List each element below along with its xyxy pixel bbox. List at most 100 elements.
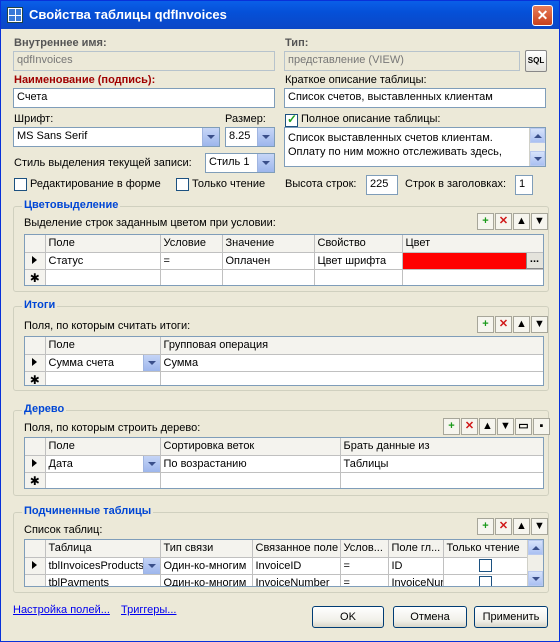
highlight-style-combo[interactable]: Стиль 1 [205, 153, 275, 173]
cell-field-combo[interactable]: Дата [45, 455, 161, 473]
short-desc-input[interactable]: Список счетов, выставленных клиентам [284, 88, 546, 108]
apply-button[interactable]: Применить [474, 606, 548, 628]
header-rows-input[interactable]: 1 [515, 175, 533, 195]
col-field[interactable]: Поле [45, 235, 161, 253]
move-up-icon[interactable]: ▲ [513, 213, 530, 230]
add-icon[interactable]: + [443, 418, 460, 435]
cell-linked-field[interactable]: InvoiceID [252, 557, 341, 575]
col-field[interactable]: Поле [45, 438, 161, 456]
col-sort[interactable]: Сортировка веток [160, 438, 341, 456]
ok-button[interactable]: OK [312, 606, 384, 628]
delete-icon[interactable]: ✕ [461, 418, 478, 435]
move-up-icon[interactable]: ▲ [479, 418, 496, 435]
add-icon[interactable]: + [477, 316, 494, 333]
sql-button[interactable]: SQL [525, 50, 547, 72]
read-only-checkbox[interactable] [479, 576, 492, 586]
col-read-only[interactable]: Только чтение [443, 540, 529, 558]
col-condition[interactable]: Условие [160, 235, 223, 253]
table-row[interactable]: tblPayments Один-ко-многим InvoiceNumber… [25, 574, 529, 586]
col-field[interactable]: Поле [45, 337, 161, 355]
col-link-type[interactable]: Тип связи [160, 540, 253, 558]
scroll-down-icon[interactable] [530, 151, 545, 166]
full-desc-checkbox[interactable] [285, 112, 298, 127]
cell-condition[interactable]: = [160, 252, 223, 270]
cell-condition[interactable]: = [340, 557, 389, 575]
cell-sort[interactable]: По возрастанию [160, 455, 341, 473]
move-up-icon[interactable]: ▲ [513, 518, 530, 535]
move-up-icon[interactable]: ▲ [513, 316, 530, 333]
open-folder-icon[interactable]: ▭ [515, 418, 532, 435]
full-desc-memo[interactable]: Список выставленных счетов клиентам. Опл… [284, 127, 546, 167]
fields-settings-link[interactable]: Настройка полей... [13, 604, 110, 616]
triggers-link[interactable]: Триггеры... [121, 604, 176, 616]
cell-table[interactable]: tblPayments [45, 574, 161, 586]
col-condition[interactable]: Услов... [340, 540, 389, 558]
cell-source[interactable]: Таблицы [340, 455, 543, 473]
chevron-down-icon[interactable] [257, 128, 274, 146]
chevron-down-icon[interactable] [142, 557, 159, 573]
cell-property[interactable]: Цвет шрифта [314, 252, 403, 270]
col-table[interactable]: Таблица [45, 540, 161, 558]
scroll-down-icon[interactable] [528, 571, 543, 586]
chevron-down-icon[interactable] [257, 154, 274, 172]
table-row[interactable]: tblInvoicesProducts Один-ко-многим Invoi… [25, 557, 529, 575]
sub-grid[interactable]: Таблица Тип связи Связанное поле Услов..… [24, 539, 544, 587]
cell-linked-field[interactable]: InvoiceNumber [252, 574, 341, 586]
cancel-button[interactable]: Отмена [393, 606, 467, 628]
col-source[interactable]: Брать данные из [340, 438, 543, 456]
cell-field[interactable]: Статус [45, 252, 161, 270]
chevron-down-icon[interactable] [202, 128, 219, 146]
scroll-up-icon[interactable] [530, 128, 545, 143]
new-row[interactable]: ✱ [25, 269, 543, 285]
delete-icon[interactable]: ✕ [495, 316, 512, 333]
delete-icon[interactable]: ✕ [495, 518, 512, 535]
caption-input[interactable]: Счета [13, 88, 275, 108]
table-row[interactable]: Дата По возрастанию Таблицы [25, 455, 543, 473]
chevron-down-icon[interactable] [142, 455, 159, 471]
font-combo[interactable]: MS Sans Serif [13, 127, 220, 147]
col-property[interactable]: Свойство [314, 235, 403, 253]
save-icon[interactable]: ▪ [533, 418, 550, 435]
delete-icon[interactable]: ✕ [495, 213, 512, 230]
new-row[interactable]: ✱ [25, 371, 543, 385]
title-bar[interactable]: Свойства таблицы qdfInvoices ✕ [1, 1, 559, 29]
move-down-icon[interactable]: ▼ [531, 316, 548, 333]
chevron-down-icon[interactable] [142, 354, 159, 370]
col-value[interactable]: Значение [222, 235, 315, 253]
memo-scrollbar[interactable] [529, 128, 545, 166]
col-linked-field[interactable]: Связанное поле [252, 540, 341, 558]
sub-grid-scrollbar[interactable] [527, 540, 543, 586]
totals-grid[interactable]: Поле Групповая операция Сумма счета Сумм… [24, 336, 544, 386]
add-icon[interactable]: + [477, 518, 494, 535]
cell-group-op[interactable]: Сумма [160, 354, 543, 372]
row-height-input[interactable]: 225 [366, 175, 398, 195]
read-only-checkbox[interactable] [479, 559, 492, 572]
read-only-checkbox[interactable] [176, 178, 189, 191]
col-color[interactable]: Цвет [402, 235, 543, 253]
cell-link-type[interactable]: Один-ко-многим [160, 557, 253, 575]
table-row[interactable]: Сумма счета Сумма [25, 354, 543, 372]
cell-value[interactable]: Оплачен [222, 252, 315, 270]
new-row[interactable]: ✱ [25, 472, 543, 488]
ellipsis-button[interactable]: ... [525, 252, 543, 268]
edit-in-form-checkbox[interactable] [14, 178, 27, 191]
table-row[interactable]: Статус = Оплачен Цвет шрифта ... [25, 252, 543, 270]
scroll-up-icon[interactable] [528, 540, 543, 555]
cell-master-field[interactable]: ID [388, 557, 444, 575]
cell-link-type[interactable]: Один-ко-многим [160, 574, 253, 586]
cell-color[interactable]: ... [402, 252, 543, 270]
tree-grid[interactable]: Поле Сортировка веток Брать данные из Да… [24, 437, 544, 489]
color-grid[interactable]: Поле Условие Значение Свойство Цвет Стат… [24, 234, 544, 286]
size-combo[interactable]: 8.25 [225, 127, 275, 147]
move-down-icon[interactable]: ▼ [497, 418, 514, 435]
add-icon[interactable]: + [477, 213, 494, 230]
move-down-icon[interactable]: ▼ [531, 213, 548, 230]
col-master-field[interactable]: Поле гл... [388, 540, 444, 558]
move-down-icon[interactable]: ▼ [531, 518, 548, 535]
close-button[interactable]: ✕ [532, 5, 553, 26]
cell-table-combo[interactable]: tblInvoicesProducts [45, 557, 161, 575]
cell-field-combo[interactable]: Сумма счета [45, 354, 161, 372]
cell-condition[interactable]: = [340, 574, 389, 586]
col-group-op[interactable]: Групповая операция [160, 337, 543, 355]
cell-master-field[interactable]: InvoiceNur [388, 574, 444, 586]
